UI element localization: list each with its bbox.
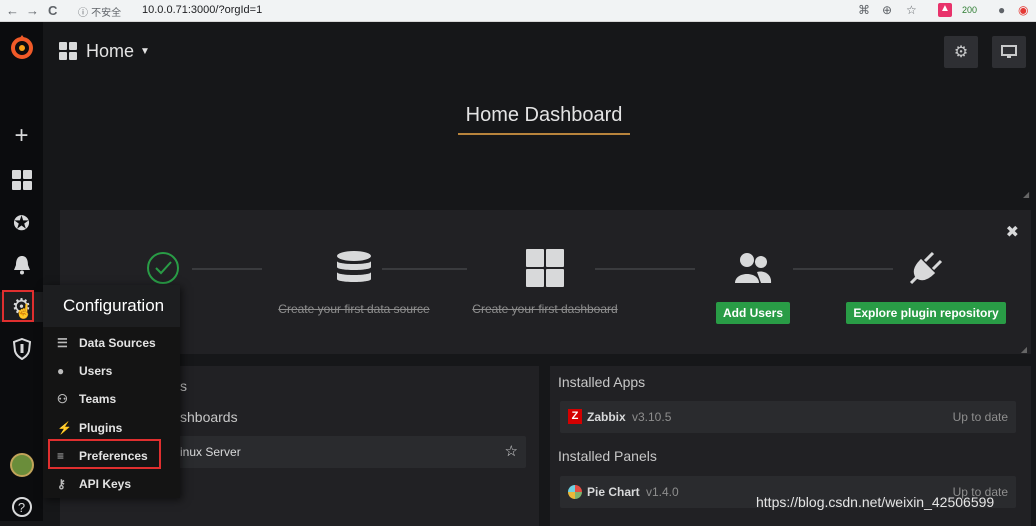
menu-item-data-sources[interactable]: ☰ Data Sources: [50, 330, 168, 355]
dashboards-icon[interactable]: [0, 165, 43, 195]
database-icon: [337, 251, 371, 282]
dashboard-list-item[interactable]: inux Server ☆: [170, 436, 526, 468]
monitor-icon: [1001, 45, 1017, 58]
menu-item-teams[interactable]: ⚇ Teams: [50, 386, 168, 411]
step-explore-plugins: Explore plugin repository: [826, 244, 1026, 324]
address-bar[interactable]: 10.0.0.71:3000/?orgId=1: [142, 4, 262, 16]
extension-red-icon[interactable]: ◉: [1018, 3, 1028, 17]
plugin-status: Up to date: [952, 410, 1008, 424]
step-add-users: Add Users: [653, 244, 853, 324]
create-plus-icon[interactable]: +: [0, 121, 43, 151]
translate-icon[interactable]: ⌘: [858, 3, 870, 17]
team-icon: ⚇: [57, 391, 68, 406]
dashboard-grid-icon: [59, 42, 77, 60]
explore-compass-icon[interactable]: ✪: [0, 208, 43, 238]
pie-chart-icon: [568, 485, 582, 499]
menu-item-label: Plugins: [79, 420, 123, 435]
extension-badge[interactable]: 200: [962, 5, 977, 15]
dashboard-grid-icon: [526, 249, 564, 287]
step-label[interactable]: Create your first dashboard: [445, 302, 645, 316]
dashboard-name: inux Server: [180, 445, 241, 459]
reload-icon[interactable]: C: [48, 3, 57, 18]
grafana-logo-icon[interactable]: [0, 32, 43, 62]
security-indicator[interactable]: ⓘ 不安全: [78, 4, 121, 19]
main-content: Home ▼ ⚙ Home Dashboard ◢ ✖ fana Create …: [43, 22, 1036, 526]
plugin-name: Pie Chart: [587, 485, 640, 499]
home-dashboard-title: Home Dashboard: [458, 104, 630, 135]
dashboard-settings-button[interactable]: ⚙: [944, 36, 978, 68]
dashboard-title: Home: [86, 40, 135, 61]
chevron-down-icon: ▼: [140, 45, 150, 57]
plug-icon: [909, 251, 943, 285]
close-icon[interactable]: ✖: [1006, 222, 1019, 242]
menu-item-users[interactable]: ● Users: [50, 358, 168, 383]
database-icon: ☰: [57, 335, 68, 350]
installed-apps-title: Installed Apps: [558, 374, 646, 390]
explore-plugin-repository-button[interactable]: Explore plugin repository: [846, 302, 1006, 324]
installed-panels-title: Installed Panels: [558, 448, 657, 464]
extension-icon[interactable]: ▲: [938, 3, 952, 17]
plug-icon: ⚡: [57, 420, 72, 435]
plugin-name: Zabbix: [587, 410, 626, 424]
star-icon[interactable]: ☆: [505, 442, 518, 460]
plugin-version: v3.10.5: [632, 410, 672, 424]
forward-icon[interactable]: →: [26, 3, 39, 18]
watermark: https://blog.csdn.net/weixin_42506599: [756, 494, 995, 510]
plugin-list-item[interactable]: Z Zabbix v3.10.5 Up to date: [560, 401, 1016, 433]
menu-item-label: Teams: [79, 391, 117, 406]
zabbix-logo-icon: Z: [568, 409, 582, 424]
key-icon: ⚷: [57, 476, 66, 491]
user-avatar[interactable]: [0, 450, 43, 480]
user-icon: ●: [57, 363, 65, 378]
hand-cursor-icon: ☝: [15, 303, 33, 319]
zoom-icon[interactable]: ⊕: [882, 3, 892, 17]
dashboard-picker[interactable]: Home ▼: [59, 36, 150, 66]
resize-handle[interactable]: ◢: [1021, 345, 1027, 354]
preferences-highlight: [48, 439, 161, 469]
add-users-button[interactable]: Add Users: [715, 302, 791, 324]
configuration-menu-header[interactable]: Configuration: [43, 285, 180, 327]
getting-started-panel: ✖ fana Create your first data source Cre…: [60, 210, 1031, 354]
plugin-version: v1.4.0: [646, 485, 679, 499]
menu-item-plugins[interactable]: ⚡ Plugins: [50, 415, 168, 440]
panel-title: s: [180, 378, 187, 394]
back-icon[interactable]: ←: [6, 3, 19, 18]
alerting-bell-icon[interactable]: [0, 250, 43, 280]
server-admin-shield-icon[interactable]: [0, 334, 43, 364]
menu-item-label: Users: [79, 363, 113, 378]
configuration-menu: Configuration ☰ Data Sources ● Users ⚇ Team…: [43, 285, 180, 498]
recent-dashboards-header: shboards: [180, 409, 238, 425]
gear-icon: ⚙: [953, 44, 969, 61]
menu-item-api-keys[interactable]: ⚷ API Keys: [50, 471, 168, 496]
step-create-dashboard: Create your first dashboard: [445, 244, 645, 316]
resize-handle[interactable]: ◢: [1023, 190, 1029, 199]
menu-item-label: API Keys: [79, 476, 132, 491]
help-icon[interactable]: ?: [0, 492, 43, 522]
users-icon: [735, 253, 772, 283]
step-label[interactable]: Create your first data source: [254, 302, 454, 316]
menu-item-label: Data Sources: [79, 335, 156, 350]
step-create-datasource: Create your first data source: [254, 244, 454, 316]
check-circle-icon: [147, 252, 179, 284]
bookmark-star-icon[interactable]: ☆: [906, 3, 917, 17]
tv-mode-button[interactable]: [992, 36, 1026, 68]
browser-toolbar: ← → C ⓘ 不安全 10.0.0.71:3000/?orgId=1 ⌘ ⊕ …: [0, 0, 1036, 22]
side-menu: + ✪ ⚙ ?: [0, 22, 43, 521]
profile-icon[interactable]: ●: [998, 3, 1005, 17]
